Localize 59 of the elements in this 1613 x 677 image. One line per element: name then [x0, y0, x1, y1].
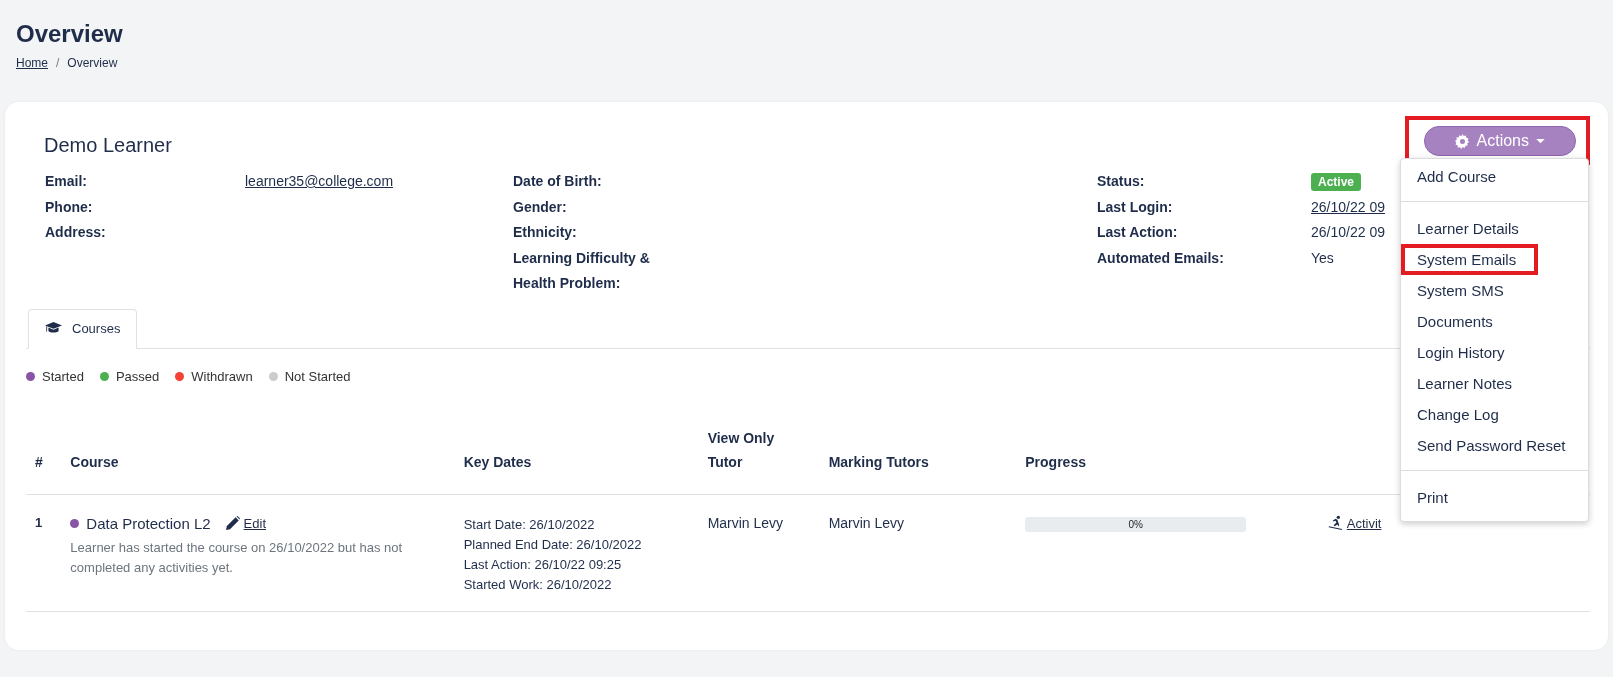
field-link[interactable]: 26/10/22 09: [1311, 194, 1385, 220]
legend-label: Not Started: [284, 368, 351, 384]
course-note: Learner has started the course on 26/10/2022 but has not completed any activities yet.: [70, 538, 404, 577]
row-number: 1: [35, 514, 43, 530]
field-label: Learning Difficulty & Health Problem:: [513, 248, 651, 293]
column-header: View Only Tutor: [707, 428, 776, 472]
progress-reading: 0%: [1128, 518, 1143, 530]
caret-icon: [1536, 138, 1545, 144]
column-header: Course: [70, 453, 119, 470]
menu-item[interactable]: Print: [1401, 482, 1588, 513]
column-header: Key Dates: [463, 453, 532, 470]
menu-item[interactable]: System SMS: [1401, 275, 1588, 306]
breadcrumb-link[interactable]: Home: [16, 56, 48, 70]
menu-item[interactable]: Send Password Reset: [1401, 430, 1588, 461]
field-label: Status:: [1097, 172, 1146, 191]
legend-label: Started: [42, 368, 84, 384]
tutor-name: Marvin Levy: [828, 514, 905, 531]
menu-item[interactable]: Documents: [1401, 306, 1588, 337]
menu-item[interactable]: Learner Notes: [1401, 368, 1588, 399]
field-label: Phone:: [45, 197, 94, 217]
field-label: Gender:: [513, 197, 568, 217]
menu-item[interactable]: Learner Details: [1401, 213, 1588, 244]
course-name: Data Protection L2: [86, 514, 211, 532]
settings-icon: [1454, 133, 1470, 149]
legend-label: Passed: [115, 368, 160, 384]
column-header: Marking Tutors: [828, 453, 929, 470]
breadcrumb-separator: /: [56, 56, 60, 70]
field-value: Yes: [1311, 248, 1334, 268]
menu-item[interactable]: System Emails: [1401, 244, 1538, 275]
column-header: #: [35, 453, 43, 470]
graduation-cap-icon: [45, 322, 62, 334]
edit-link[interactable]: Edit: [243, 515, 266, 531]
tutor-name: Marvin Levy: [707, 514, 784, 531]
menu-item[interactable]: Change Log: [1401, 399, 1588, 430]
menu-item[interactable]: Login History: [1401, 337, 1588, 368]
activity-link[interactable]: Activit: [1346, 515, 1382, 531]
field-link[interactable]: learner35@college.com: [245, 169, 394, 195]
breadcrumb-current: Overview: [67, 56, 118, 70]
key-date: Started Work: 26/10/2022: [463, 575, 613, 594]
snowboarder-icon: [1327, 514, 1343, 530]
menu-item[interactable]: Add Course: [1401, 161, 1588, 192]
page-title: Overview: [16, 19, 124, 49]
key-date: Planned End Date: 26/10/2022: [463, 535, 643, 554]
learner-name: Demo Learner: [44, 134, 172, 157]
key-date: Last Action: 26/10/22 09:25: [463, 555, 623, 574]
field-value: 26/10/22 09: [1311, 223, 1385, 242]
field-label: Last Action:: [1097, 223, 1179, 242]
field-label: Ethnicity:: [513, 223, 578, 242]
field-label: Email:: [45, 172, 88, 191]
field-label: Address:: [45, 223, 107, 242]
courses-tab[interactable]: Courses: [28, 308, 138, 349]
field-label: Automated Emails:: [1097, 248, 1225, 268]
field-label: Last Login:: [1097, 197, 1174, 217]
column-header: Progress: [1025, 453, 1086, 470]
pencil-icon: [225, 516, 240, 530]
field-label: Date of Birth:: [513, 172, 603, 191]
legend-label: Withdrawn: [191, 368, 253, 384]
status-badge: Active: [1311, 172, 1362, 191]
key-date: Start Date: 26/10/2022: [463, 515, 596, 534]
